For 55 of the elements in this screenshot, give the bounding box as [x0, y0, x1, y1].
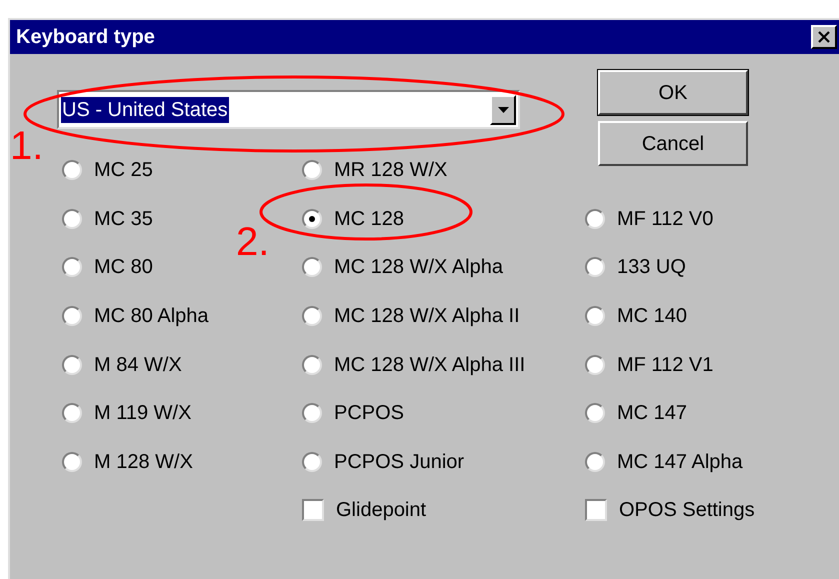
radio-button[interactable] — [585, 452, 605, 472]
radio-button[interactable] — [302, 354, 322, 375]
radio-label: MC 128 W/X Alpha — [334, 255, 503, 280]
radio-label: MC 128 W/X Alpha II — [334, 304, 520, 330]
close-button[interactable] — [811, 25, 837, 49]
dropdown-value: US - United States — [61, 96, 229, 122]
radio-button[interactable] — [62, 452, 82, 472]
radio-label: MF 112 V0 — [617, 206, 714, 232]
radio-label: MC 128 — [334, 206, 404, 232]
radio-button[interactable] — [62, 257, 82, 278]
radio-button[interactable] — [302, 403, 322, 424]
radio-label: M 119 W/X — [94, 401, 192, 426]
radio-button[interactable] — [585, 403, 605, 424]
radio-button[interactable] — [302, 452, 322, 472]
radio-button[interactable] — [585, 208, 605, 229]
window-title: Keyboard type — [16, 25, 155, 50]
radio-button[interactable] — [302, 208, 322, 229]
radio-label: MC 147 Alpha — [617, 450, 743, 475]
radio-label: MC 80 Alpha — [94, 304, 209, 330]
radio-label: MC 140 — [617, 304, 688, 330]
radio-label: MC 25 — [94, 158, 153, 184]
radio-button[interactable] — [62, 403, 82, 424]
ok-button[interactable]: OK — [598, 70, 748, 115]
radio-button[interactable] — [62, 306, 82, 326]
radio-button[interactable] — [62, 354, 82, 375]
radio-button[interactable] — [585, 306, 605, 326]
radio-label: PCPOS — [334, 401, 404, 426]
radio-label: MC 128 W/X Alpha III — [334, 352, 526, 378]
checkbox[interactable] — [302, 499, 324, 522]
caret-icon — [498, 106, 508, 112]
radio-label: 133 UQ — [617, 255, 686, 280]
cancel-button[interactable]: Cancel — [598, 121, 748, 166]
annotation-number: 1. — [10, 124, 44, 168]
annotation-number: 2. — [236, 220, 270, 264]
close-icon — [817, 30, 831, 44]
radio-button[interactable] — [585, 354, 605, 375]
radio-label: MC 147 — [617, 401, 688, 426]
radio-label: MC 80 — [94, 255, 153, 280]
radio-label: M 84 W/X — [94, 352, 182, 378]
checkbox[interactable] — [585, 499, 607, 522]
checkbox-label: OPOS Settings — [619, 498, 755, 524]
keyboard-dropdown[interactable]: US - United States — [57, 90, 520, 129]
radio-label: PCPOS Junior — [334, 450, 464, 475]
dropdown-arrow-button[interactable] — [490, 94, 516, 124]
radio-button[interactable] — [62, 208, 82, 229]
checkbox-label: Glidepoint — [336, 498, 426, 524]
radio-label: MR 128 W/X — [334, 158, 448, 184]
radio-button[interactable] — [585, 257, 605, 278]
radio-label: MC 35 — [94, 206, 153, 232]
radio-button[interactable] — [302, 257, 322, 278]
radio-button[interactable] — [302, 306, 322, 326]
radio-button[interactable] — [62, 160, 82, 180]
radio-label: M 128 W/X — [94, 450, 193, 475]
radio-label: MF 112 V1 — [617, 352, 714, 378]
radio-button[interactable] — [302, 160, 322, 180]
